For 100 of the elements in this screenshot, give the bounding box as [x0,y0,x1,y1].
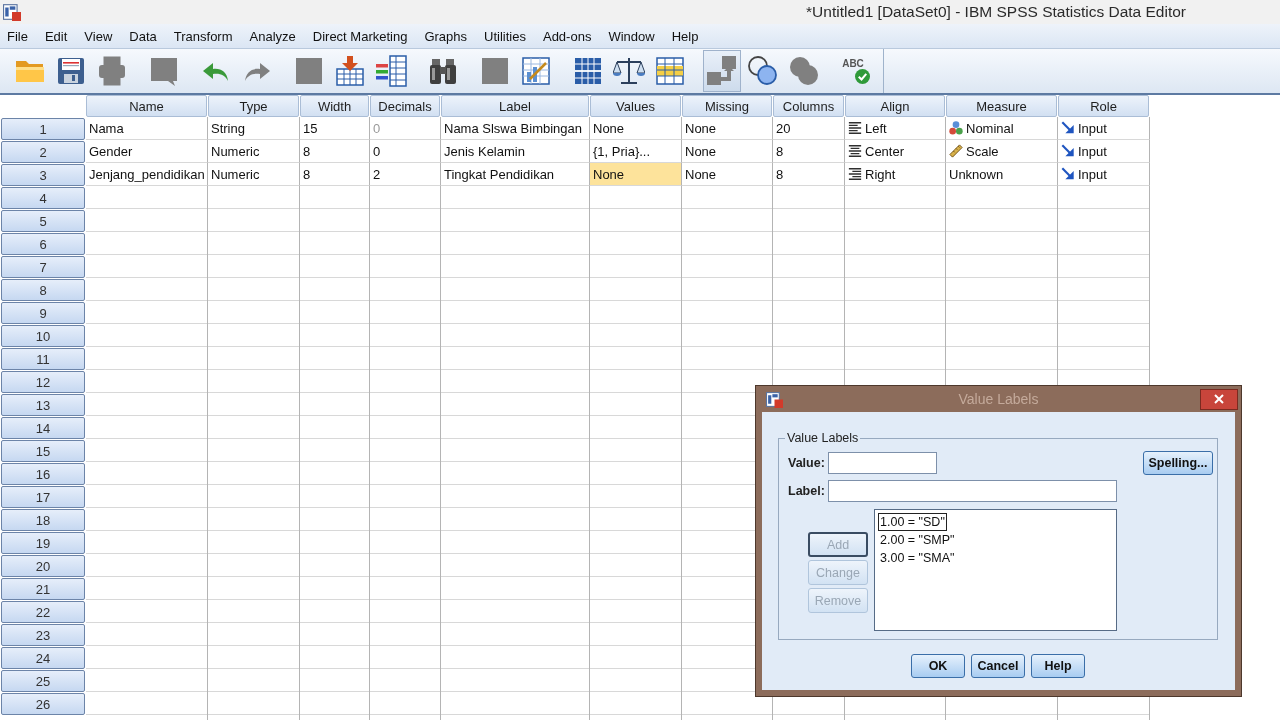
app-icon [3,3,21,21]
diagonal-arrow-icon [1061,144,1075,158]
column-header[interactable]: Label [441,95,589,117]
toolbar-button[interactable]: ABC [837,50,875,92]
row-header[interactable]: 24 [1,647,85,669]
row-header[interactable]: 18 [1,509,85,531]
row-header[interactable]: 3 [1,164,85,186]
field-label: Label: [788,484,826,498]
row-header[interactable]: 26 [1,693,85,715]
row-header[interactable]: 22 [1,601,85,623]
row-header[interactable]: 23 [1,624,85,646]
column-header[interactable]: Role [1058,95,1149,117]
column-header[interactable]: Align [845,95,945,117]
dialog-box-icon [148,55,180,87]
menu-item[interactable]: Analyze [249,28,296,44]
table-down-arrow-icon [334,55,366,87]
check-icon [854,69,870,84]
value-label-list[interactable]: 1.00 = "SD" 2.00 = "SMP" 3.00 = "SMA" [874,509,1117,631]
menu-item[interactable]: Direct Marketing [312,28,408,44]
menu-item[interactable]: Edit [44,28,68,44]
row-header[interactable]: 12 [1,371,85,393]
menu-item[interactable]: File [7,28,28,44]
column-header[interactable]: Values [590,95,681,117]
chart-table-icon [520,55,552,87]
dialog-button[interactable]: Cancel [971,654,1025,678]
overlapping-circles-icon [747,55,779,87]
input-field[interactable] [828,452,937,474]
cell-text: Center [865,143,905,159]
menu-item[interactable]: View [84,28,113,44]
menu-item[interactable]: Transform [173,28,233,44]
split-table-icon [572,55,604,87]
table-icon [654,55,686,87]
menu-item[interactable]: Help [671,28,699,44]
row-header[interactable]: 11 [1,348,85,370]
dialog-title: Value Labels [957,391,1040,407]
cell-text: Nominal [966,120,1014,136]
spelling-button[interactable]: Spelling... [1143,451,1213,475]
row-header[interactable]: 10 [1,325,85,347]
column-header[interactable]: Measure [946,95,1057,117]
squares-arrow-icon [706,55,738,87]
menu-item[interactable]: Add-ons [542,28,592,44]
menu-item[interactable]: Window [608,28,655,44]
diagonal-arrow-icon [1061,121,1075,135]
list-item[interactable]: 2.00 = "SMP" [878,531,957,549]
column-header[interactable]: Columns [773,95,844,117]
row-header[interactable]: 17 [1,486,85,508]
dialog-button[interactable]: OK [911,654,965,678]
row-header[interactable]: 7 [1,256,85,278]
list-item[interactable]: 3.00 = "SMA" [878,549,957,567]
row-header[interactable]: 16 [1,463,85,485]
list-table-icon [375,55,407,87]
close-icon [1214,394,1224,404]
row-header[interactable]: 6 [1,233,85,255]
circles-icon [788,55,820,87]
row-header[interactable]: 2 [1,141,85,163]
align-center-icon [848,144,862,158]
balance-scale-icon [613,55,645,87]
row-header[interactable]: 8 [1,279,85,301]
cell-text: Input [1078,166,1107,182]
close-button[interactable] [1200,388,1238,410]
menu-item[interactable]: Data [129,28,157,44]
window-title: *Untitled1 [DataSet0] - IBM SPSS Statistics Data Editor [806,3,1186,21]
column-header[interactable]: Name [86,95,207,117]
input-field[interactable] [828,480,1117,502]
row-header[interactable]: 13 [1,394,85,416]
ruler-icon [949,144,963,158]
printer-icon [96,55,128,87]
row-header[interactable]: 1 [1,118,85,140]
cell-text: Scale [966,143,999,159]
column-header[interactable]: Type [208,95,299,117]
row-header[interactable]: 19 [1,532,85,554]
menu-item[interactable]: Graphs [424,28,468,44]
row-header[interactable]: 25 [1,670,85,692]
list-item[interactable]: 1.00 = "SD" [878,513,947,531]
row-header[interactable]: 14 [1,417,85,439]
column-header[interactable]: Width [300,95,369,117]
square-icon [293,55,325,87]
cell-text: Input [1078,143,1107,159]
field-label: Value: [788,456,826,470]
cell-text: Right [865,166,896,182]
row-header[interactable]: 5 [1,210,85,232]
cell-text: Input [1078,120,1107,136]
row-header[interactable]: 15 [1,440,85,462]
diagonal-arrow-icon [1061,167,1075,181]
menu-item[interactable]: Utilities [484,28,526,44]
column-header[interactable]: Missing [682,95,772,117]
cell-text: Left [865,120,887,136]
row-header[interactable]: 4 [1,187,85,209]
row-header[interactable]: 21 [1,578,85,600]
dialog-button[interactable]: Help [1031,654,1085,678]
square-icon [479,55,511,87]
row-header[interactable]: 20 [1,555,85,577]
align-left-icon [848,121,862,135]
table-cell: None [590,163,682,186]
column-header[interactable]: Decimals [370,95,440,117]
app-icon [766,390,783,408]
align-right-icon [848,167,862,181]
row-header[interactable]: 9 [1,302,85,324]
group-label: Value Labels [786,431,860,445]
balls-icon [949,121,963,135]
